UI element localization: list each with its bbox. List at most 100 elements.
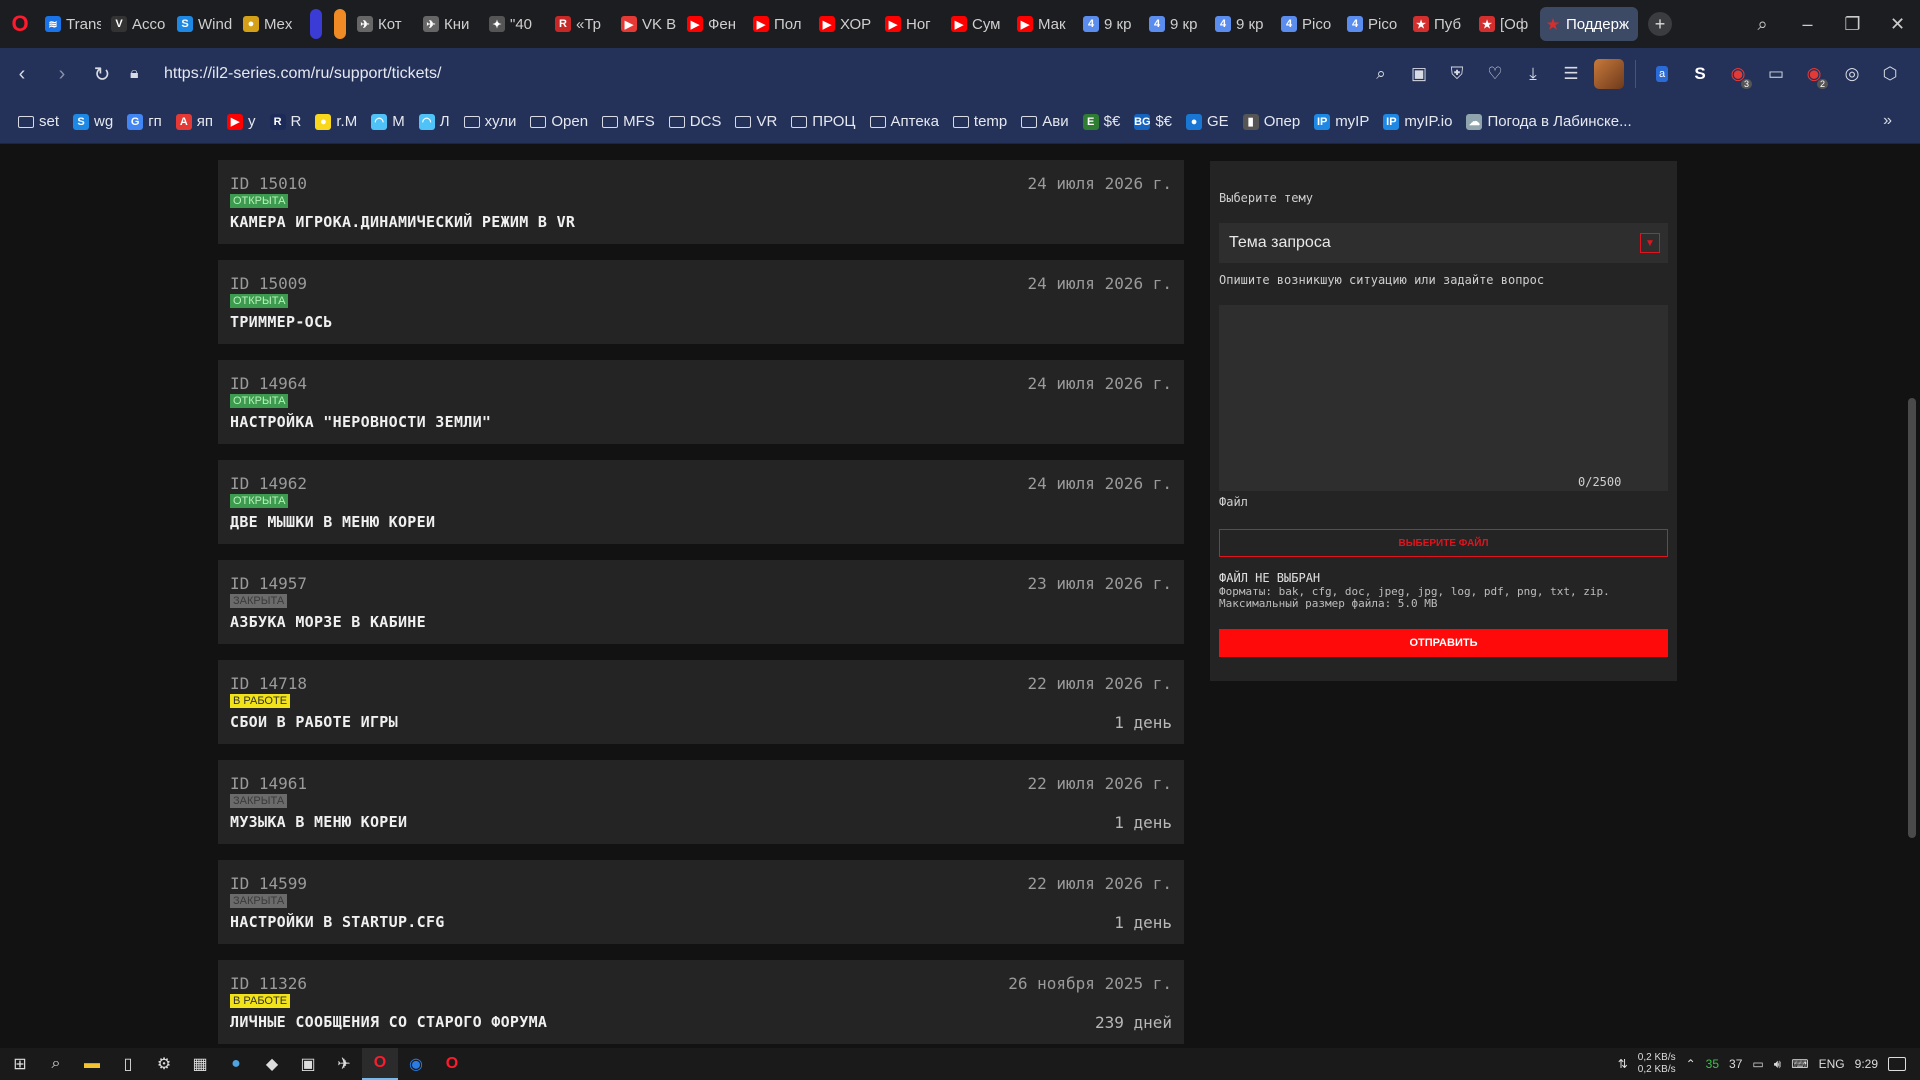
lock-icon[interactable]: 🔒︎ [130, 65, 150, 83]
topic-select[interactable]: Тема запроса ▼ [1219, 223, 1668, 263]
address-input[interactable]: https://il2-series.com/ru/support/ticket… [164, 65, 441, 83]
browser-tab[interactable]: 4 Pico [1276, 7, 1342, 41]
browser-tab[interactable]: ★ Пуб [1408, 7, 1474, 41]
browser-tab[interactable]: V Acco [106, 7, 172, 41]
bookmark-item[interactable]: RR [269, 113, 301, 130]
close-button[interactable]: ✕ [1875, 0, 1920, 48]
bookmark-item[interactable]: ◠ М [371, 113, 405, 130]
browser-tab-active[interactable]: ★ Поддерж [1540, 7, 1638, 41]
bookmark-item[interactable]: ☁ Погода в Лабинске... [1466, 113, 1632, 130]
restore-button[interactable]: ❐ [1830, 0, 1875, 48]
volume-icon[interactable]: 🔊︎ [1774, 1057, 1782, 1072]
ticket-title[interactable]: ТРИММЕР-ОСЬ [230, 313, 333, 331]
bookmark-folder[interactable]: temp [952, 113, 1007, 130]
browser-tab[interactable]: 4 9 кр [1144, 7, 1210, 41]
profile-avatar[interactable] [1591, 56, 1627, 92]
forward-button[interactable]: › [42, 54, 82, 94]
browser-tab[interactable]: ▶ Мак [1012, 7, 1078, 41]
tray-num-1[interactable]: 35 [1706, 1057, 1719, 1071]
ticket-row[interactable]: ID 14962 24 июля 2026 г. ОТКРЫТА ДВЕ МЫШКИ … [218, 460, 1184, 544]
ticket-row[interactable]: ID 14957 23 июля 2026 г. ЗАКРЫТА АЗБУКА МОР… [218, 560, 1184, 644]
easy-setup-icon[interactable]: ☰ [1553, 56, 1589, 92]
gamepad-icon[interactable]: ▣ [290, 1048, 326, 1080]
ticket-title[interactable]: СБОИ В РАБОТЕ ИГРЫ [230, 713, 398, 731]
ticket-row[interactable]: ID 14964 24 июля 2026 г. ОТКРЫТА НАСТРОЙКА … [218, 360, 1184, 444]
ticket-row[interactable]: ID 15010 24 июля 2026 г. ОТКРЫТА КАМЕРА ИГР… [218, 160, 1184, 244]
browser-tab[interactable]: 4 Pico [1342, 7, 1408, 41]
opera-taskbar-icon[interactable]: O [362, 1048, 398, 1080]
plane-app-icon[interactable]: ✈ [326, 1048, 362, 1080]
bookmark-folder[interactable]: ПРОЦ [791, 113, 856, 130]
bookmarks-overflow-icon[interactable]: » [1883, 112, 1892, 130]
bookmark-folder[interactable]: хули [463, 113, 516, 130]
s-extension-icon[interactable]: S [1682, 56, 1718, 92]
browser-tab[interactable]: ✦ "40 [484, 7, 550, 41]
browser-tab[interactable]: ✈ Кни [418, 7, 484, 41]
bookmark-item[interactable]: E $€ [1082, 113, 1120, 130]
bookmark-folder[interactable]: VR [735, 113, 777, 130]
browser-tab[interactable]: 4 9 кр [1078, 7, 1144, 41]
bookmark-item[interactable]: BG $€ [1134, 113, 1172, 130]
tab-island-marker[interactable] [334, 9, 346, 39]
browser-tab[interactable]: ✈ Кот [352, 7, 418, 41]
bookmark-item[interactable]: IP myIP.io [1383, 113, 1452, 130]
globe-extension-icon[interactable]: ◎ [1834, 56, 1870, 92]
translate-extension-icon[interactable]: a [1644, 56, 1680, 92]
browser-tab[interactable]: ▶ Пол [748, 7, 814, 41]
bookmark-item[interactable]: ▶ у [227, 113, 256, 130]
ticket-title[interactable]: ДВЕ МЫШКИ В МЕНЮ КОРЕИ [230, 513, 435, 531]
calculator-icon[interactable]: ▦ [182, 1048, 218, 1080]
question-textarea[interactable] [1219, 305, 1668, 491]
browser-tab[interactable]: S Wind [172, 7, 238, 41]
ticket-row[interactable]: ID 14718 22 июля 2026 г. В РАБОТЕ СБОИ В РА… [218, 660, 1184, 744]
browser-tab[interactable]: R «Тр [550, 7, 616, 41]
bookmark-item[interactable]: ● r.M [315, 113, 357, 130]
tab-island-marker[interactable] [310, 9, 322, 39]
browser-tab[interactable]: ▶ Сум [946, 7, 1012, 41]
ticket-title[interactable]: НАСТРОЙКА "НЕРОВНОСТИ ЗЕМЛИ" [230, 413, 491, 431]
minimize-button[interactable]: – [1785, 0, 1830, 48]
notification-icon[interactable] [1888, 1057, 1906, 1071]
opera-menu-icon[interactable]: O [0, 0, 40, 48]
download-icon[interactable]: ⤓ [1515, 56, 1551, 92]
browser-tab[interactable]: 4 9 кр [1210, 7, 1276, 41]
lens-search-icon[interactable]: ⌕ [1363, 56, 1399, 92]
browser-tab[interactable]: ★ [Оф [1474, 7, 1540, 41]
bookmark-folder[interactable]: MFS [602, 113, 655, 130]
bookmark-item[interactable]: ▮ Опер [1242, 113, 1300, 130]
settings-gear-icon[interactable]: ⚙ [146, 1048, 182, 1080]
notepad-icon[interactable]: ▯ [110, 1048, 146, 1080]
ticket-title[interactable]: МУЗЫКА В МЕНЮ КОРЕИ [230, 813, 407, 831]
network-icon[interactable]: ▭ [1752, 1057, 1763, 1071]
bookmark-folder[interactable]: Аптека [869, 113, 939, 130]
search-icon[interactable]: ⌕ [38, 1048, 74, 1080]
new-tab-button[interactable]: + [1648, 12, 1672, 36]
app-globe-icon[interactable]: ● [218, 1048, 254, 1080]
blue-app-icon[interactable]: ◉ [398, 1048, 434, 1080]
red-extension-icon-2[interactable]: ◉ 2 [1796, 56, 1832, 92]
tray-expand-icon[interactable]: ⌃ [1686, 1057, 1696, 1071]
tray-num-2[interactable]: 37 [1729, 1057, 1742, 1071]
browser-tab[interactable]: ▶ VK В [616, 7, 682, 41]
extensions-cube-icon[interactable]: ⬡ [1872, 56, 1908, 92]
browser-tab[interactable]: ▶ Ног [880, 7, 946, 41]
bookmark-folder[interactable]: Ави [1021, 113, 1069, 130]
bookmark-folder[interactable]: DCS [668, 113, 721, 130]
ticket-row[interactable]: ID 14599 22 июля 2026 г. ЗАКРЫТА НАСТРОЙКИ … [218, 860, 1184, 944]
back-button[interactable]: ‹ [2, 54, 42, 94]
bookmark-item[interactable]: Aяп [175, 113, 213, 130]
camera-icon[interactable]: ▣ [1401, 56, 1437, 92]
browser-tab[interactable]: ▶ ХОР [814, 7, 880, 41]
keyboard-icon[interactable]: ⌨ [1791, 1057, 1808, 1071]
tray-arrows-icon[interactable]: ⇅ [1618, 1057, 1628, 1071]
reload-button[interactable]: ↻ [82, 54, 122, 94]
heart-icon[interactable]: ♡ [1477, 56, 1513, 92]
clock[interactable]: 9:29 [1855, 1057, 1878, 1071]
file-explorer-icon[interactable]: ▬ [74, 1048, 110, 1080]
tab-search-icon[interactable]: ⌕ [1740, 0, 1785, 48]
bookmark-item[interactable]: Gгп [127, 113, 162, 130]
bookmark-item[interactable]: Swg [73, 113, 113, 130]
ticket-title[interactable]: АЗБУКА МОРЗЕ В КАБИНЕ [230, 613, 426, 631]
ticket-row[interactable]: ID 11326 26 ноября 2025 г. В РАБОТЕ ЛИЧНЫЕ … [218, 960, 1184, 1044]
bookmark-item[interactable]: ◠ Л [418, 113, 450, 130]
